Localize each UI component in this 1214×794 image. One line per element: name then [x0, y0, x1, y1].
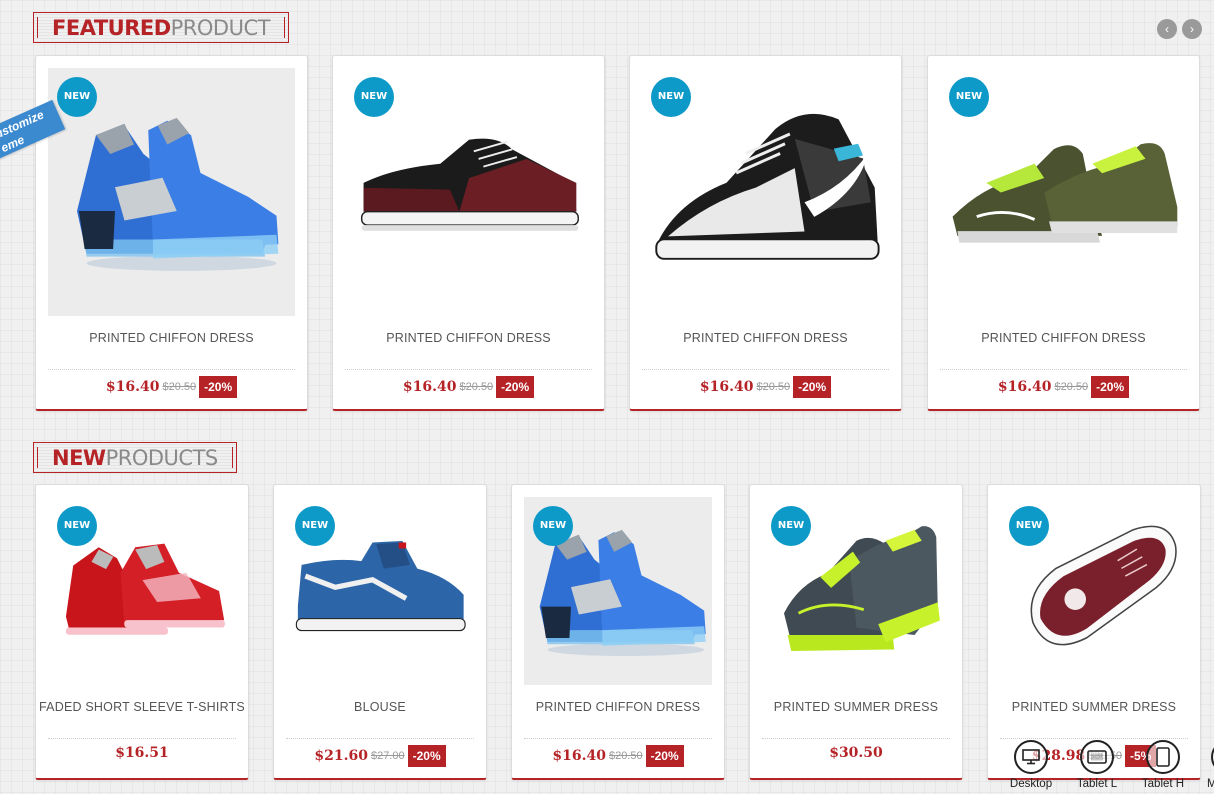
- discount-badge: -20%: [1091, 376, 1130, 398]
- new-badge: NEW: [354, 77, 394, 117]
- new-badge: NEW: [295, 506, 335, 546]
- price-row: $30.50: [750, 745, 962, 761]
- old-price: $20.50: [162, 381, 197, 393]
- product-price: $16.40: [997, 379, 1052, 395]
- new-product-card[interactable]: NEW FADED SHORT SLEEVE T-SHIRTS $16.51: [35, 484, 249, 780]
- price-row: $16.40 $20.50 -20%: [630, 376, 901, 398]
- product-name-link[interactable]: PRINTED CHIFFON DRESS: [36, 331, 307, 345]
- new-products-title-strong: NEW: [52, 445, 106, 470]
- product-name-link[interactable]: PRINTED CHIFFON DRESS: [333, 331, 604, 345]
- product-price: $16.51: [115, 745, 169, 761]
- device-tablet-landscape-button[interactable]: Tablet L: [1067, 740, 1127, 790]
- discount-badge: -20%: [407, 745, 446, 767]
- discount-badge: -20%: [793, 376, 832, 398]
- product-name-link[interactable]: PRINTED CHIFFON DRESS: [928, 331, 1199, 345]
- new-badge: NEW: [949, 77, 989, 117]
- divider: [345, 369, 592, 370]
- product-name-link[interactable]: FADED SHORT SLEEVE T-SHIRTS: [36, 700, 248, 714]
- old-price: $27.00: [370, 750, 405, 762]
- divider: [286, 738, 474, 739]
- price-row: $16.51: [36, 745, 248, 761]
- featured-product-card[interactable]: NEW PRINTED CHIFFON DRESS $16.40 $20.50 -20%: [35, 55, 308, 411]
- featured-product-card[interactable]: NEW PRINTED CHIFFON DRESS $16.40 $20.50 -20%: [927, 55, 1200, 411]
- tablet-portrait-icon: [1146, 740, 1180, 774]
- old-price: $20.50: [459, 381, 494, 393]
- price-row: $16.40 $20.50 -20%: [512, 745, 724, 767]
- divider: [48, 369, 295, 370]
- new-product-card[interactable]: NEW BLOUSE $21.60 $27.00 -20%: [273, 484, 487, 780]
- carousel-prev-button[interactable]: ‹: [1157, 19, 1177, 39]
- device-mobile-button[interactable]: M: [1181, 740, 1214, 790]
- featured-section-title: FEATURED PRODUCT: [33, 12, 289, 43]
- product-name-link[interactable]: PRINTED SUMMER DRESS: [988, 700, 1200, 714]
- old-price: $20.50: [608, 750, 643, 762]
- product-price: $16.40: [105, 379, 160, 395]
- product-name-link[interactable]: PRINTED SUMMER DRESS: [750, 700, 962, 714]
- discount-badge: -20%: [645, 745, 684, 767]
- desktop-icon: [1014, 740, 1048, 774]
- product-name-link[interactable]: PRINTED CHIFFON DRESS: [630, 331, 901, 345]
- divider: [642, 369, 889, 370]
- product-price: $16.40: [699, 379, 754, 395]
- old-price: $20.50: [1054, 381, 1089, 393]
- divider: [1000, 738, 1188, 739]
- discount-badge: -20%: [199, 376, 238, 398]
- discount-badge: -20%: [496, 376, 535, 398]
- new-badge: NEW: [57, 77, 97, 117]
- device-tablet-landscape-label: Tablet L: [1076, 778, 1118, 790]
- new-product-card[interactable]: NEW PRINTED SUMMER DRESS $30.50: [749, 484, 963, 780]
- old-price: $20.50: [756, 381, 791, 393]
- divider: [940, 369, 1187, 370]
- new-badge: NEW: [533, 506, 573, 546]
- tablet-landscape-icon: [1080, 740, 1114, 774]
- product-price: $30.50: [829, 745, 883, 761]
- price-row: $21.60 $27.00 -20%: [274, 745, 486, 767]
- new-badge: NEW: [651, 77, 691, 117]
- product-price: $16.40: [402, 379, 457, 395]
- product-name-link[interactable]: PRINTED CHIFFON DRESS: [512, 700, 724, 714]
- new-products-section-title: NEW PRODUCTS: [33, 442, 237, 473]
- featured-title-light: PRODUCT: [170, 15, 271, 40]
- new-products-title-light: PRODUCTS: [105, 445, 219, 470]
- price-row: $16.40 $20.50 -20%: [333, 376, 604, 398]
- featured-title-strong: FEATURED: [52, 15, 171, 40]
- device-tablet-portrait-label: Tablet H: [1141, 778, 1185, 790]
- device-mobile-label: M: [1207, 778, 1214, 790]
- featured-product-card[interactable]: NEW PRINTED CHIFFON DRESS $16.40 $20.50 -20%: [629, 55, 902, 411]
- device-desktop-button[interactable]: Desktop: [1001, 740, 1061, 790]
- carousel-next-button[interactable]: ›: [1182, 19, 1202, 39]
- product-name-link[interactable]: BLOUSE: [274, 700, 486, 714]
- new-badge: NEW: [1009, 506, 1049, 546]
- price-row: $16.40 $20.50 -20%: [36, 376, 307, 398]
- chevron-right-icon: ›: [1190, 22, 1194, 36]
- new-badge: NEW: [57, 506, 97, 546]
- divider: [48, 738, 236, 739]
- price-row: $16.40 $20.50 -20%: [928, 376, 1199, 398]
- device-desktop-label: Desktop: [1009, 778, 1053, 790]
- featured-product-card[interactable]: NEW PRINTED CHIFFON DRESS $16.40 $20.50 -20%: [332, 55, 605, 411]
- product-price: $21.60: [314, 748, 368, 764]
- new-product-card[interactable]: NEWPRINTED SUMMER DRESS$28.98$30.50-5%: [987, 484, 1201, 780]
- chevron-left-icon: ‹: [1165, 22, 1169, 36]
- product-price: $16.40: [552, 748, 606, 764]
- new-badge: NEW: [771, 506, 811, 546]
- divider: [762, 738, 950, 739]
- new-product-card[interactable]: NEW PRINTED CHIFFON DRESS $16.40 $20.50 -20%: [511, 484, 725, 780]
- divider: [524, 738, 712, 739]
